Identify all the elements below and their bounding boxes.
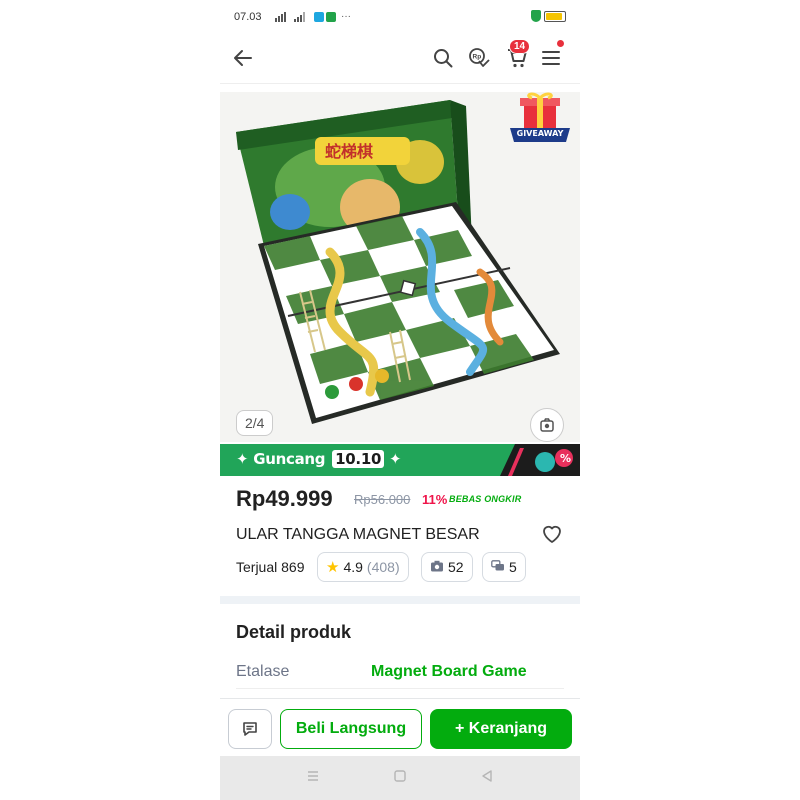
product-price: Rp49.999 [236, 486, 333, 511]
detail-label-etalase: Etalase [236, 663, 290, 680]
search-icon[interactable] [430, 45, 456, 71]
giveaway-badge: GIVEAWAY [510, 92, 570, 146]
buy-now-button[interactable]: Beli Langsung [280, 709, 422, 749]
signal-icon [275, 12, 286, 22]
cart-badge: 14 [509, 39, 531, 54]
promo-banner[interactable]: ✦ Guncang 10.10 ✦ % [220, 444, 580, 476]
detail-value-etalase[interactable]: Magnet Board Game [371, 663, 527, 681]
giveaway-label: GIVEAWAY [516, 129, 564, 138]
rating-chip[interactable]: ★ 4.9 (408) [317, 552, 409, 582]
add-to-cart-button[interactable]: + Keranjang [430, 709, 572, 749]
discussion-chip[interactable]: 5 [482, 552, 526, 582]
status-right [531, 10, 566, 22]
photo-review-count: 52 [448, 559, 464, 575]
security-shield-icon [531, 10, 541, 22]
hamburger-menu-icon[interactable] [538, 45, 564, 71]
product-title: ULAR TANGGA MAGNET BESAR [236, 526, 480, 543]
menu-notification-dot [557, 40, 564, 47]
photo-review-chip[interactable]: 52 [421, 552, 473, 582]
app-notification-icon [314, 11, 324, 22]
heart-icon[interactable] [540, 522, 564, 546]
battery-icon [544, 10, 566, 22]
svg-text:%: % [560, 452, 571, 465]
promo-number: 10.10 [332, 450, 385, 468]
section-divider [220, 596, 580, 604]
rp-chat-icon[interactable]: Rp [466, 45, 492, 71]
original-price: Rp56.000 [354, 492, 411, 507]
bottom-action-bar: Beli Langsung + Keranjang [220, 698, 580, 756]
promo-decoration: % [500, 444, 580, 476]
more-notifications: ··· [341, 11, 351, 22]
home-icon[interactable] [393, 769, 407, 788]
camera-small-icon [430, 559, 444, 575]
status-bar: 07.03 ··· [220, 0, 580, 34]
star-icon: ★ [326, 559, 340, 576]
status-time: 07.03 [234, 11, 262, 23]
arrow-left-icon[interactable] [230, 45, 256, 71]
promo-prefix: Guncang [253, 450, 326, 468]
discount-percent: 11% [422, 492, 448, 507]
chat-icon [243, 722, 257, 736]
detail-heading: Detail produk [236, 622, 352, 642]
free-shipping-badge: BEBAS ONGKIR [449, 494, 522, 504]
discussion-icon [491, 559, 505, 575]
product-image[interactable]: 蛇梯棋 GIVEAWAY [220, 92, 580, 442]
camera-icon[interactable] [530, 408, 564, 442]
back-icon[interactable] [480, 769, 494, 788]
svg-text:Rp: Rp [473, 54, 482, 61]
image-counter: 2/4 [236, 410, 274, 436]
rating-value: 4.9 [343, 559, 363, 575]
app-notification-2-icon [326, 11, 336, 22]
product-page: 07.03 ··· Rp 14 蛇梯棋 GIVEAWAY 2/4 ✦ Gunca… [220, 0, 580, 800]
discussion-count: 5 [509, 559, 517, 575]
sold-count: Terjual 869 [236, 559, 305, 575]
signal-2-icon [294, 12, 305, 22]
svg-text:蛇梯棋: 蛇梯棋 [325, 142, 373, 161]
recent-apps-icon[interactable] [306, 769, 320, 787]
rating-count: (408) [366, 559, 400, 575]
detail-row-divider [236, 688, 564, 689]
system-nav-bar [220, 756, 580, 800]
chat-seller-button[interactable] [228, 709, 272, 749]
notification-icons: ··· [314, 11, 351, 22]
promo-title: ✦ Guncang 10.10 ✦ [236, 450, 402, 468]
